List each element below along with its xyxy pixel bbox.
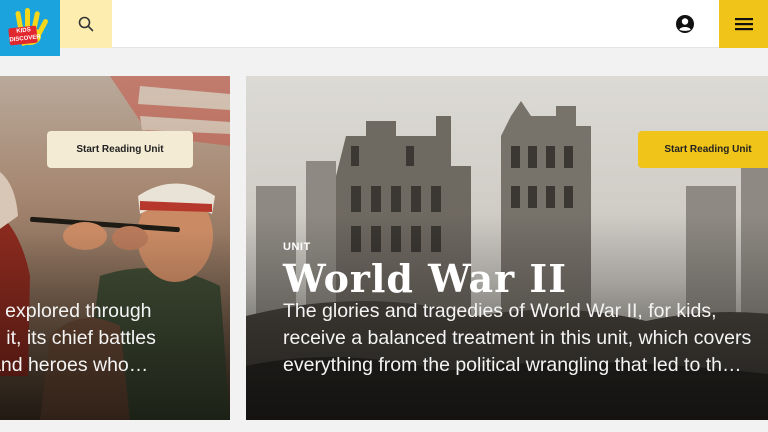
description-line: o it, its chief battles [0, 327, 156, 349]
carousel-slide-world-war-ii[interactable]: Start Reading Unit UNIT World War II The… [246, 76, 768, 420]
unit-description: The glories and tragedies of World War I… [283, 298, 768, 379]
description-line: The glories and tragedies of World War I… [283, 300, 717, 322]
search-icon [78, 16, 94, 32]
account-button[interactable] [664, 0, 706, 48]
logo-text: KIDS DISCOVER [9, 27, 41, 44]
description-line: receive a balanced treatment in this uni… [283, 327, 752, 349]
unit-carousel: Start Reading Unit s explored through o … [0, 76, 768, 420]
search-button[interactable] [60, 0, 112, 48]
hamburger-menu-icon [734, 18, 753, 31]
unit-title: World War II [283, 256, 567, 301]
unit-description: s explored through o it, its chief battl… [0, 298, 230, 379]
carousel-slide-prev[interactable]: Start Reading Unit s explored through o … [0, 76, 230, 420]
start-reading-unit-button[interactable]: Start Reading Unit [638, 131, 768, 168]
start-reading-unit-button[interactable]: Start Reading Unit [47, 131, 193, 168]
kids-discover-logo[interactable]: KIDS DISCOVER [0, 0, 60, 56]
site-header: KIDS DISCOVER [0, 0, 768, 56]
menu-button[interactable] [719, 0, 768, 48]
description-line: everything from the political wrangling … [283, 354, 742, 376]
description-line: s explored through [0, 300, 152, 322]
description-line: and heroes who… [0, 354, 149, 376]
unit-label: UNIT [283, 241, 311, 253]
user-circle-icon [676, 15, 694, 33]
